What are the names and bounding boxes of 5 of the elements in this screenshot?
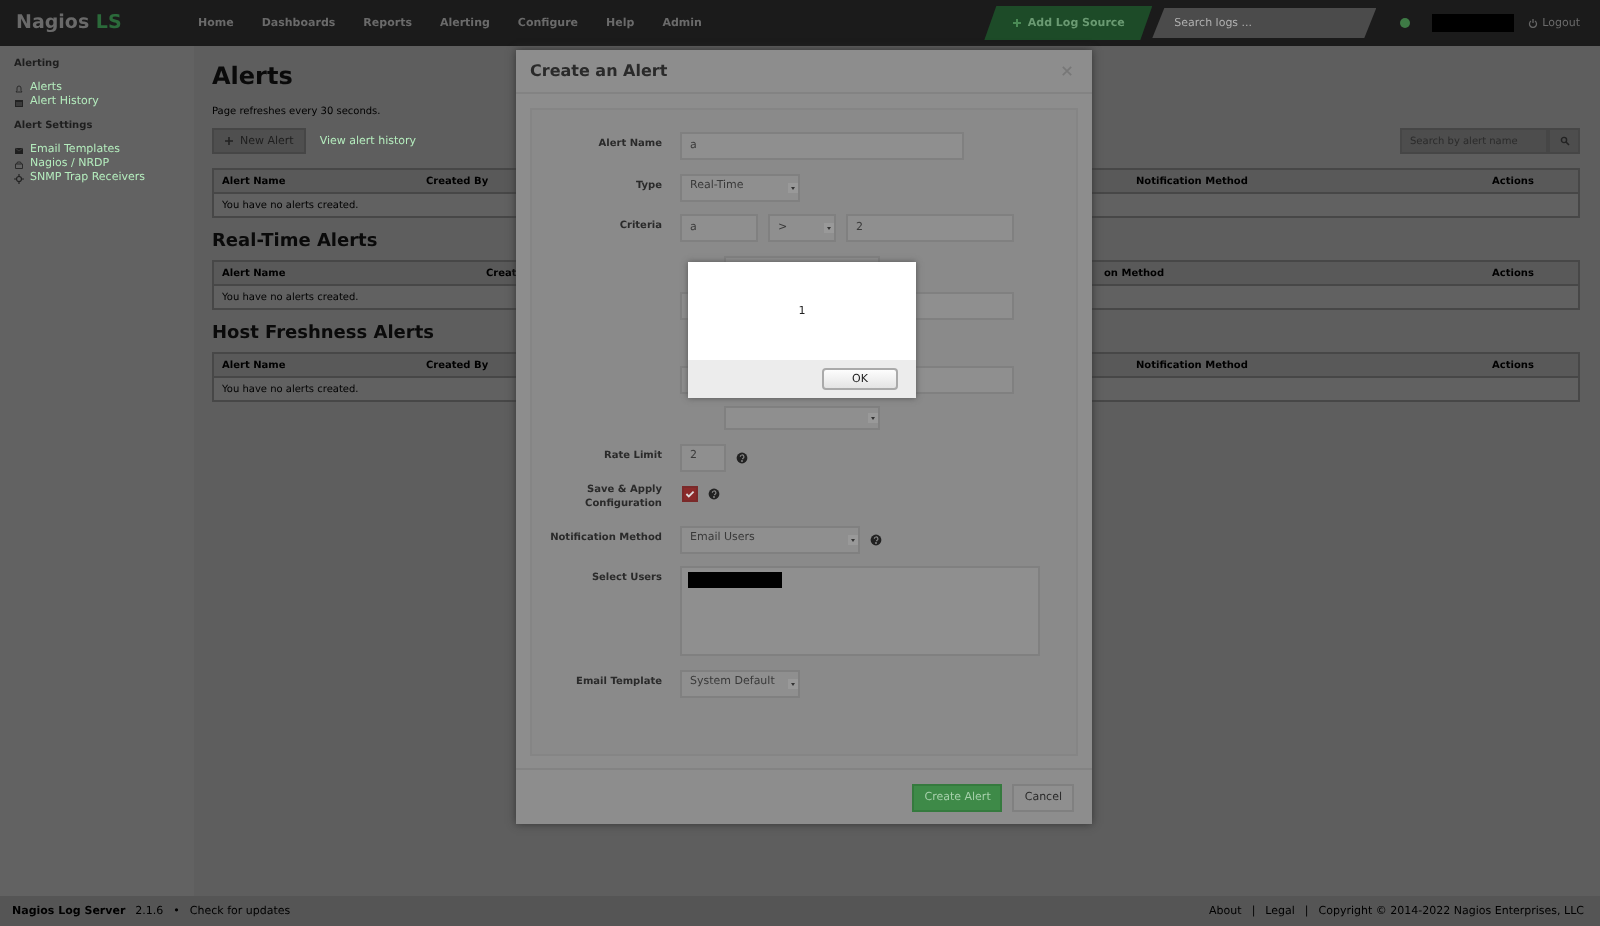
page-title: Alerts bbox=[212, 62, 293, 90]
section-title: Real-Time Alerts bbox=[212, 232, 378, 252]
section-title: Host Freshness Alerts bbox=[212, 324, 434, 344]
logo[interactable]: Nagios LS bbox=[0, 12, 198, 34]
modal-title: Create an Alert bbox=[530, 62, 668, 80]
